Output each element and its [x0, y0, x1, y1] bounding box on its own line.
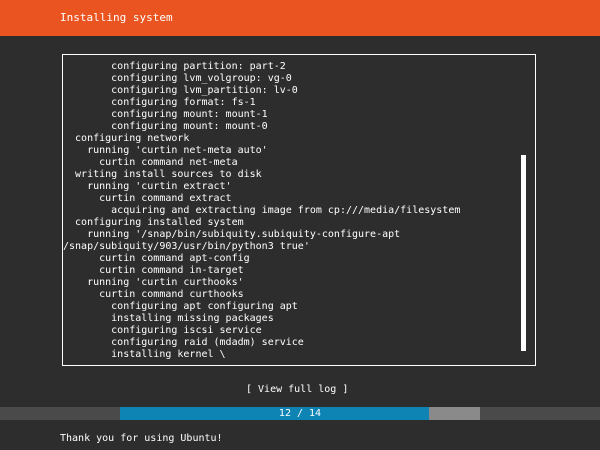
view-full-log-button[interactable]: [ View full log ]: [246, 384, 348, 396]
log-lines: configuring partition: part-2 configurin…: [63, 61, 521, 361]
log-line: configuring raid (mdadm) service: [63, 337, 304, 348]
log-line: configuring network: [63, 133, 190, 144]
log-line: configuring installed system: [63, 217, 244, 228]
log-line: installing kernel \: [63, 349, 226, 360]
log-line: curtin command apt-config: [63, 253, 250, 264]
log-line: configuring partition: part-2: [63, 61, 286, 72]
log-line: installing missing packages: [63, 313, 274, 324]
log-line: configuring lvm_volgroup: vg-0: [63, 73, 292, 84]
log-line: curtin command curthooks: [63, 289, 244, 300]
log-scrollbar[interactable]: [521, 57, 526, 363]
progress-label: 12 / 14: [278, 408, 322, 419]
log-line: running 'curtin curthooks': [63, 277, 244, 288]
log-line: running '/snap/bin/subiquity.subiquity-c…: [63, 229, 401, 240]
log-line: configuring mount: mount-1: [63, 109, 268, 120]
progress-strip: 12 / 14: [0, 407, 600, 420]
log-line: curtin command extract: [63, 193, 232, 204]
log-line: curtin command in-target: [63, 265, 244, 276]
log-line: configuring format: fs-1: [63, 97, 256, 108]
log-line: acquiring and extracting image from cp:/…: [63, 205, 461, 216]
log-line: writing install sources to disk: [63, 169, 262, 180]
log-scrollbar-thumb[interactable]: [521, 155, 526, 351]
log-line: running 'curtin net-meta auto': [63, 145, 268, 156]
footer-message: Thank you for using Ubuntu!: [60, 433, 223, 444]
log-line: running 'curtin extract': [63, 181, 232, 192]
header-bar: Installing system: [0, 0, 600, 36]
log-line: /snap/subiquity/903/usr/bin/python3 true…: [63, 241, 310, 252]
log-line: curtin command net-meta: [63, 157, 238, 168]
progress-bar: 12 / 14: [120, 407, 480, 420]
install-log-panel[interactable]: configuring partition: part-2 configurin…: [62, 54, 536, 366]
log-line: configuring iscsi service: [63, 325, 262, 336]
log-line: configuring lvm_partition: lv-0: [63, 85, 298, 96]
log-line: configuring mount: mount-0: [63, 121, 268, 132]
log-line: configuring apt configuring apt: [63, 301, 298, 312]
page-title: Installing system: [60, 11, 173, 24]
